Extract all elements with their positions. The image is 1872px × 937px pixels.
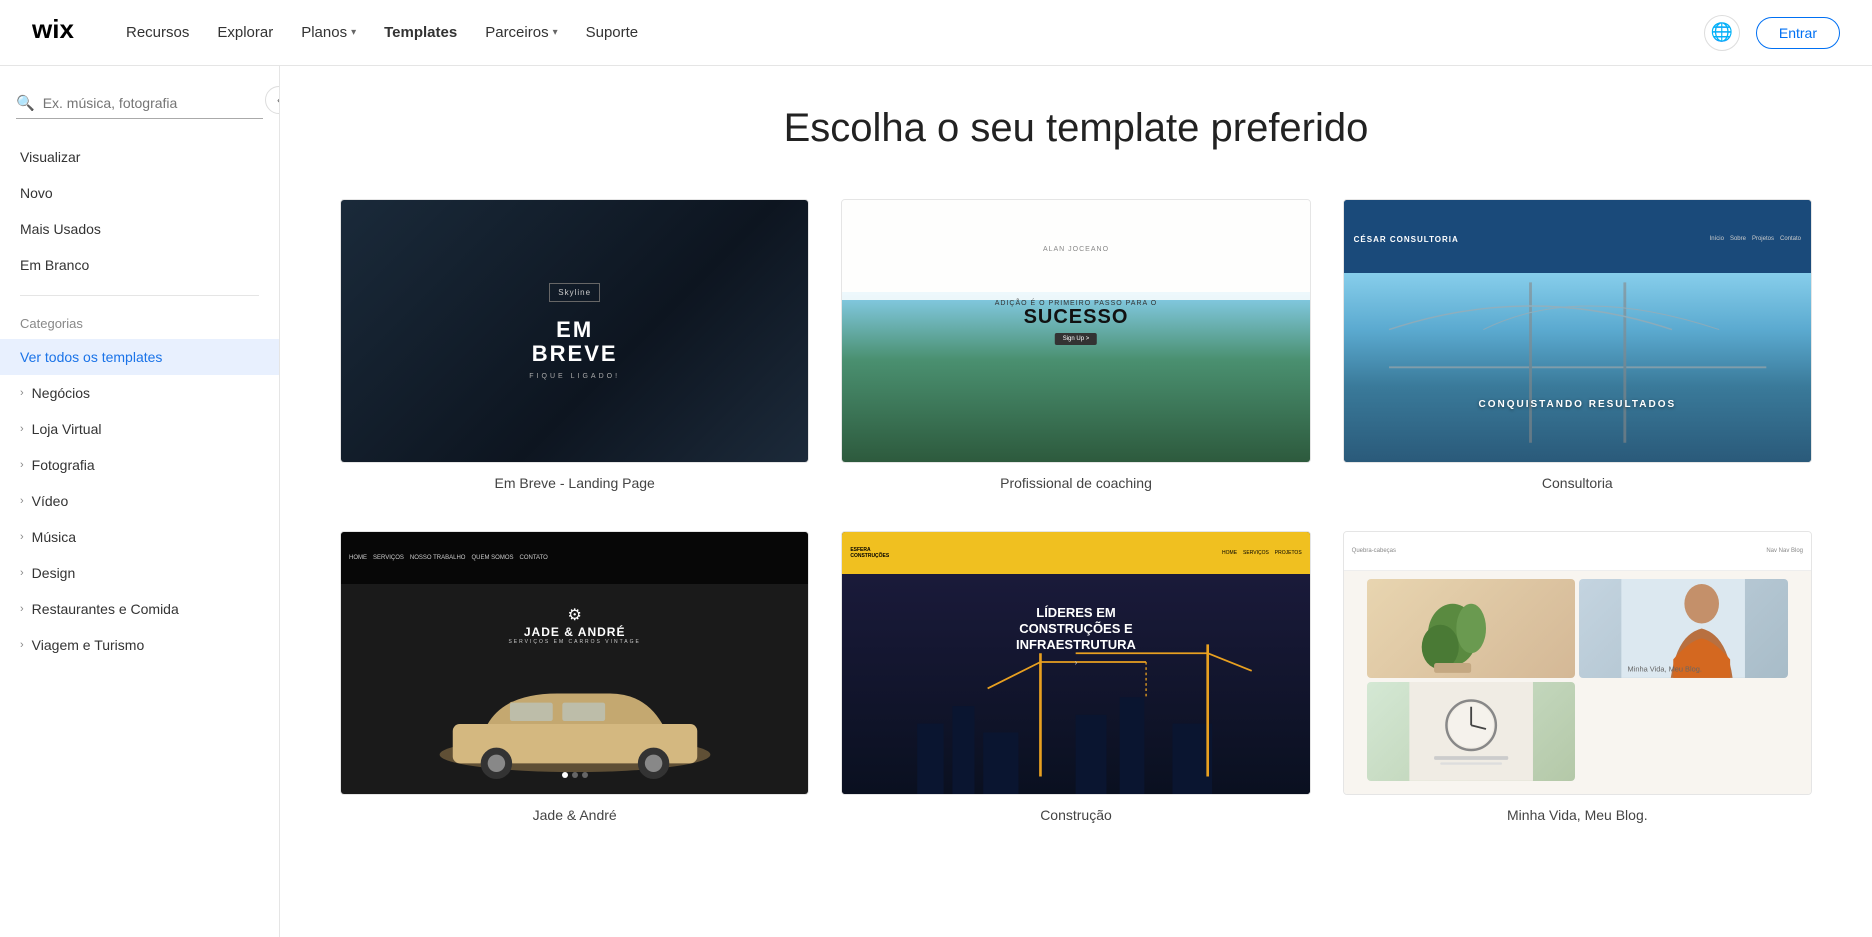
- nav-planos[interactable]: Planos ▾: [301, 24, 356, 41]
- svg-text:wix: wix: [32, 16, 74, 44]
- chevron-right-icon: ›: [20, 639, 24, 651]
- sidebar-item-mais-usados[interactable]: Mais Usados: [0, 211, 279, 247]
- template-name-em-breve: Em Breve - Landing Page: [340, 475, 809, 491]
- sidebar-item-video[interactable]: › Vídeo: [0, 483, 279, 519]
- template-card-jade-andre[interactable]: HOME SERVIÇOS NOSSO TRABALHO QUEM SOMOS …: [340, 531, 809, 823]
- nav-suporte[interactable]: Suporte: [586, 24, 639, 41]
- nav-recursos[interactable]: Recursos: [126, 24, 189, 41]
- svg-text:Minha Vida, Meu Blog.: Minha Vida, Meu Blog.: [1628, 665, 1702, 674]
- chevron-right-icon: ›: [20, 495, 24, 507]
- template-name-blog: Minha Vida, Meu Blog.: [1343, 807, 1812, 823]
- template-card-blog[interactable]: Quebra-cabeças Nav Nav Blog: [1343, 531, 1812, 823]
- sidebar-item-restaurantes[interactable]: › Restaurantes e Comida: [0, 591, 279, 627]
- template-thumb-consultoria: CÉSAR CONSULTORIA Início Sobre Projetos …: [1343, 199, 1812, 463]
- planos-chevron-icon: ▾: [351, 27, 356, 38]
- chevron-right-icon: ›: [20, 603, 24, 615]
- template-name-jade-andre: Jade & André: [340, 807, 809, 823]
- templates-grid: Skyline EMBREVE FIQUE LIGADO! Em Breve -…: [340, 199, 1812, 823]
- sidebar-item-visualizar[interactable]: Visualizar: [0, 139, 279, 175]
- chevron-right-icon: ›: [20, 423, 24, 435]
- sidebar-filters: Visualizar Novo Mais Usados Em Branco: [0, 139, 279, 283]
- sidebar-item-todos[interactable]: Ver todos os templates: [0, 339, 279, 375]
- template-name-consultoria: Consultoria: [1343, 475, 1812, 491]
- globe-icon: 🌐: [1711, 22, 1733, 43]
- entrar-button[interactable]: Entrar: [1756, 17, 1840, 49]
- template-card-construcao[interactable]: ESFERACONSTRUÇÕES HOME SERVIÇOS PROJETOS: [841, 531, 1310, 823]
- nav-links: Recursos Explorar Planos ▾ Templates Par…: [126, 24, 1704, 41]
- template-name-coaching: Profissional de coaching: [841, 475, 1310, 491]
- chevron-right-icon: ›: [20, 567, 24, 579]
- template-thumb-jade-andre: HOME SERVIÇOS NOSSO TRABALHO QUEM SOMOS …: [340, 531, 809, 795]
- nav-parceiros[interactable]: Parceiros ▾: [485, 24, 557, 41]
- page-title: Escolha o seu template preferido: [340, 106, 1812, 151]
- chevron-right-icon: ›: [20, 459, 24, 471]
- template-thumb-construcao: ESFERACONSTRUÇÕES HOME SERVIÇOS PROJETOS: [841, 531, 1310, 795]
- template-card-em-breve[interactable]: Skyline EMBREVE FIQUE LIGADO! Em Breve -…: [340, 199, 809, 491]
- main-layout: ‹ 🔍 Visualizar Novo Mais Usados Em Branc…: [0, 66, 1872, 937]
- sidebar-item-novo[interactable]: Novo: [0, 175, 279, 211]
- sidebar: ‹ 🔍 Visualizar Novo Mais Usados Em Branc…: [0, 66, 280, 937]
- template-thumb-em-breve: Skyline EMBREVE FIQUE LIGADO!: [340, 199, 809, 463]
- content-area: Escolha o seu template preferido Skyline…: [280, 66, 1872, 937]
- language-button[interactable]: 🌐: [1704, 15, 1740, 51]
- template-thumb-coaching: ALAN JOCEANO ADIÇÃO É O PRIMEIRO PASSO P…: [841, 199, 1310, 463]
- sidebar-item-design[interactable]: › Design: [0, 555, 279, 591]
- chevron-right-icon: ›: [20, 531, 24, 543]
- sidebar-collapse-button[interactable]: ‹: [265, 86, 280, 114]
- wix-logo[interactable]: wix: [32, 16, 86, 49]
- categories-title: Categorias: [0, 308, 279, 339]
- sidebar-item-viagem[interactable]: › Viagem e Turismo: [0, 627, 279, 663]
- navbar: wix Recursos Explorar Planos ▾ Templates…: [0, 0, 1872, 66]
- search-input[interactable]: [43, 95, 263, 111]
- template-card-coaching[interactable]: ALAN JOCEANO ADIÇÃO É O PRIMEIRO PASSO P…: [841, 199, 1310, 491]
- sidebar-item-em-branco[interactable]: Em Branco: [0, 247, 279, 283]
- template-card-consultoria[interactable]: CÉSAR CONSULTORIA Início Sobre Projetos …: [1343, 199, 1812, 491]
- sidebar-item-negocios[interactable]: › Negócios: [0, 375, 279, 411]
- parceiros-chevron-icon: ▾: [553, 27, 558, 38]
- sidebar-categories: Categorias Ver todos os templates › Negó…: [0, 308, 279, 663]
- sidebar-divider: [20, 295, 259, 296]
- template-thumb-blog: Quebra-cabeças Nav Nav Blog: [1343, 531, 1812, 795]
- sidebar-item-fotografia[interactable]: › Fotografia: [0, 447, 279, 483]
- sidebar-item-musica[interactable]: › Música: [0, 519, 279, 555]
- sidebar-item-loja-virtual[interactable]: › Loja Virtual: [0, 411, 279, 447]
- nav-templates[interactable]: Templates: [384, 24, 457, 41]
- navbar-right: 🌐 Entrar: [1704, 15, 1840, 51]
- chevron-right-icon: ›: [20, 387, 24, 399]
- template-name-construcao: Construção: [841, 807, 1310, 823]
- nav-explorar[interactable]: Explorar: [217, 24, 273, 41]
- search-icon: 🔍: [16, 94, 35, 112]
- sidebar-search-container: 🔍: [16, 94, 263, 119]
- chevron-left-icon: ‹: [277, 93, 280, 107]
